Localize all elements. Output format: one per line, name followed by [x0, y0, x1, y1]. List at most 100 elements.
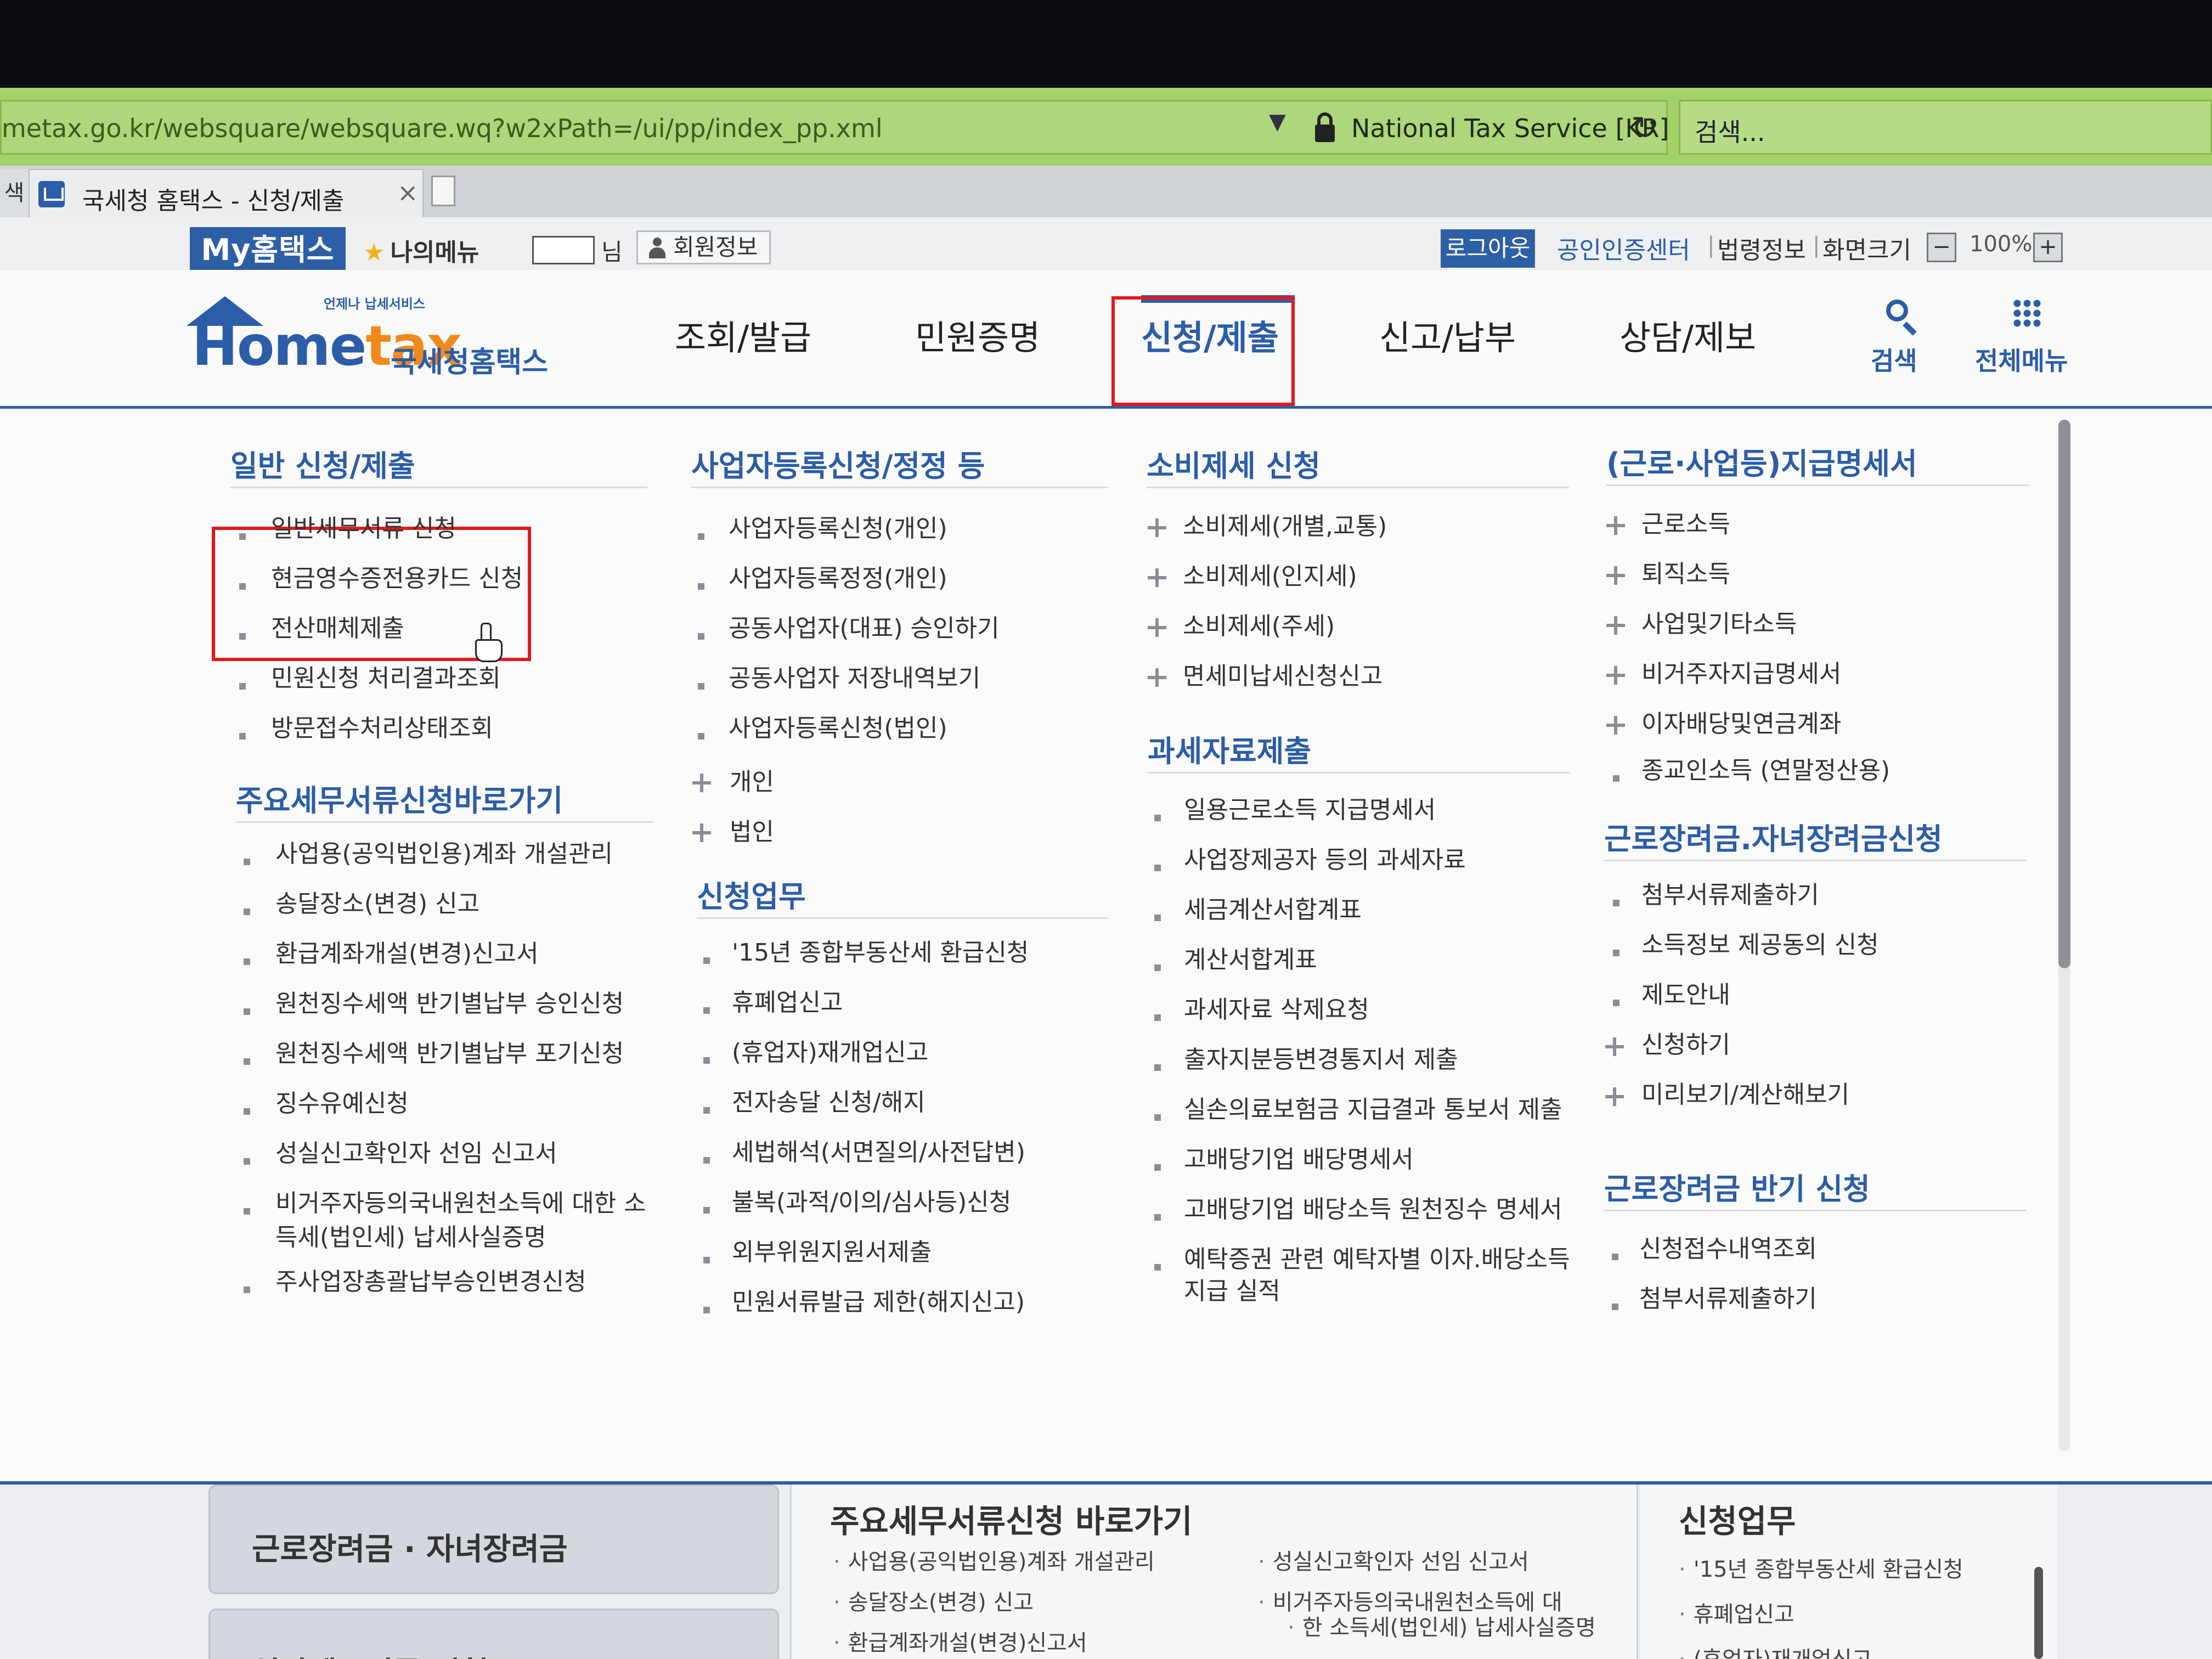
nav-consult[interactable]: 상담/제보: [1620, 270, 1756, 406]
menu-item[interactable]: 세금계산서합계표: [1184, 894, 1362, 926]
section-apply-work[interactable]: 신청업무: [697, 872, 806, 916]
member-info-button[interactable]: 회원정보: [636, 230, 771, 264]
plus-icon[interactable]: [1148, 568, 1166, 587]
plus-icon[interactable]: [1606, 566, 1625, 585]
panel-link-continued[interactable]: 한 소득세(법인세) 납세사실증명: [1288, 1614, 1596, 1641]
panel-link[interactable]: 환급계좌개설(변경)신고서: [833, 1629, 1087, 1657]
menu-item[interactable]: 출자지분등변경통지서 제출: [1184, 1044, 1458, 1076]
address-text[interactable]: metax.go.kr/websquare/websquare.wq?w2xPa…: [2, 114, 883, 143]
card-general-docs[interactable]: 일반세무서류 신청: [208, 1609, 779, 1659]
menu-item-expand[interactable]: 퇴직소득: [1641, 558, 1730, 590]
menu-item[interactable]: 종교인소득 (연말정산용): [1641, 755, 1890, 787]
menu-item[interactable]: 공동사업자 저장내역보기: [729, 663, 980, 695]
menu-item[interactable]: 휴폐업신고: [732, 987, 843, 1019]
tab-hometax[interactable]: 국세청 홈택스 - 신청/제출 ×: [29, 169, 424, 217]
address-field[interactable]: metax.go.kr/websquare/websquare.wq?w2xPa…: [0, 100, 1669, 155]
menu-item[interactable]: 과세자료 삭제요청: [1184, 994, 1369, 1026]
close-icon[interactable]: ×: [397, 178, 419, 207]
panel-scrollbar[interactable]: [2034, 1567, 2043, 1659]
menu-item[interactable]: 송달장소(변경) 신고: [275, 888, 479, 920]
panel-link[interactable]: 비거주자등의국내원천소득에 대: [1258, 1589, 1562, 1616]
law-info-link[interactable]: 법령정보: [1717, 230, 1806, 266]
menu-item[interactable]: 사업자등록정정(개인): [729, 563, 947, 595]
menu-item-continued[interactable]: 득세(법인세) 납세사실증명: [275, 1222, 546, 1254]
menu-item[interactable]: 원천징수세액 반기별납부 승인신청: [275, 988, 624, 1020]
menu-item[interactable]: 예탁증권 관련 예탁자별 이자.배당소득: [1184, 1244, 1570, 1276]
menu-item[interactable]: 소득정보 제공동의 신청: [1641, 929, 1879, 961]
plus-icon[interactable]: [1606, 516, 1625, 535]
plus-icon[interactable]: [1606, 716, 1625, 735]
menu-item[interactable]: 실손의료보험금 지급결과 통보서 제출: [1184, 1094, 1562, 1126]
menu-item[interactable]: 환급계좌개설(변경)신고서: [275, 938, 539, 970]
menu-item-expand[interactable]: 소비제세(개별,교통): [1183, 511, 1387, 543]
my-hometax-button[interactable]: My홈택스: [190, 227, 346, 273]
scrollbar-thumb[interactable]: [2058, 420, 2070, 968]
plus-icon[interactable]: [692, 823, 711, 842]
nav-report-pay[interactable]: 신고/납부: [1379, 270, 1516, 406]
section-major-docs[interactable]: 주요세무서류신청바로가기: [236, 776, 563, 820]
panel-link[interactable]: 성실신고확인자 선임 신고서: [1258, 1548, 1529, 1576]
plus-icon[interactable]: [1148, 618, 1166, 637]
menu-item[interactable]: 원천징수세액 반기별납부 포기신청: [275, 1038, 624, 1070]
menu-item[interactable]: 세법해석(서면질의/사전답변): [732, 1137, 1025, 1169]
menu-item[interactable]: 고배당기업 배당소득 원천징수 명세서: [1184, 1194, 1562, 1226]
menu-item-expand[interactable]: 법인: [730, 816, 774, 848]
nav-inquiry[interactable]: 조회/발급: [675, 270, 811, 406]
menu-item-expand[interactable]: 신청하기: [1641, 1029, 1730, 1061]
menu-item-expand[interactable]: 개인: [730, 766, 774, 798]
tab-previous[interactable]: 색: [0, 169, 29, 217]
menu-item[interactable]: 사업용(공익법인용)계좌 개설관리: [275, 838, 613, 870]
menu-item[interactable]: 전자송달 신청/해지: [732, 1087, 926, 1119]
section-semiannual-credit[interactable]: 근로장려금 반기 신청: [1604, 1165, 1870, 1208]
menu-item-continued[interactable]: 지급 실적: [1184, 1276, 1280, 1307]
menu-item[interactable]: 일용근로소득 지급명세서: [1184, 794, 1436, 826]
menu-item[interactable]: 사업장제공자 등의 과세자료: [1184, 844, 1466, 876]
panel-link[interactable]: 사업용(공익법인용)계좌 개설관리: [833, 1548, 1155, 1576]
section-tax-data[interactable]: 과세자료제출: [1148, 727, 1311, 770]
menu-item-expand[interactable]: 근로소득: [1641, 509, 1730, 540]
menu-item[interactable]: 사업자등록신청(법인): [729, 713, 947, 744]
menu-item-media-submit[interactable]: 전산매체제출: [271, 613, 404, 645]
menu-item[interactable]: 성실신고확인자 선임 신고서: [275, 1138, 557, 1170]
section-general-apply[interactable]: 일반 신청/제출: [230, 442, 415, 485]
menu-item[interactable]: 제도안내: [1641, 979, 1730, 1011]
menu-item-cash-receipt-card[interactable]: 현금영수증전용카드 신청: [271, 563, 523, 595]
zoom-in-button[interactable]: +: [2033, 233, 2063, 262]
menu-item-civil-result[interactable]: 민원신청 처리결과조회: [271, 663, 501, 695]
menu-item-expand[interactable]: 사업및기타소득: [1641, 608, 1797, 640]
browser-search-field[interactable]: 검색...: [1679, 100, 2212, 155]
plus-icon[interactable]: [1148, 518, 1166, 537]
panel-link[interactable]: 송달장소(변경) 신고: [833, 1589, 1034, 1616]
menu-item[interactable]: 징수유예신청: [275, 1088, 409, 1120]
menu-item-visit-status[interactable]: 방문접수처리상태조회: [271, 713, 493, 744]
section-payment-statement[interactable]: (근로·사업등)지급명세서: [1606, 439, 1917, 483]
menu-item[interactable]: 고배당기업 배당명세서: [1184, 1144, 1414, 1176]
menu-item[interactable]: 불복(과적/이의/심사등)신청: [732, 1187, 1011, 1218]
menu-item[interactable]: '15년 종합부동산세 환급신청: [732, 937, 1029, 969]
plus-icon[interactable]: [1605, 1087, 1624, 1106]
menu-item[interactable]: 첨부서류제출하기: [1641, 879, 1819, 911]
chevron-down-icon[interactable]: ▼: [1269, 109, 1286, 134]
hometax-logo[interactable]: 언제나 납세서비스 Hometax 국세청홈택스: [187, 285, 560, 384]
plus-icon[interactable]: [692, 774, 711, 792]
menu-item[interactable]: 사업자등록신청(개인): [729, 513, 947, 545]
menu-item[interactable]: 비거주자등의국내원천소득에 대한 소: [275, 1188, 646, 1220]
panel-link[interactable]: (휴업자)재개업신고: [1679, 1646, 1872, 1659]
menu-item[interactable]: 민원서류발급 제한(해지신고): [732, 1286, 1025, 1318]
logout-button[interactable]: 로그아웃: [1441, 229, 1535, 268]
nav-certificates[interactable]: 민원증명: [915, 270, 1040, 406]
menu-item-expand[interactable]: 소비제세(인지세): [1183, 561, 1357, 592]
menu-item[interactable]: 외부위원지원서제출: [732, 1237, 932, 1268]
section-business-registration[interactable]: 사업자등록신청/정정 등: [691, 442, 985, 485]
my-menu-link[interactable]: ★ 나의메뉴: [363, 233, 479, 268]
menu-item-expand[interactable]: 미리보기/계산해보기: [1641, 1079, 1849, 1111]
menu-item[interactable]: 공동사업자(대표) 승인하기: [729, 613, 1000, 645]
section-consumption-tax[interactable]: 소비제세 신청: [1147, 442, 1321, 485]
zoom-out-button[interactable]: −: [1927, 233, 1956, 262]
plus-icon[interactable]: [1148, 668, 1166, 687]
menu-item-general-docs[interactable]: 일반세무서류 신청: [271, 513, 456, 545]
card-earned-income-credit[interactable]: 근로장려금 · 자녀장려금: [208, 1485, 779, 1594]
reload-icon[interactable]: ↻: [1631, 109, 1658, 146]
section-earned-income-credit[interactable]: 근로장려금.자녀장려금신청: [1604, 815, 1943, 858]
menu-item-expand[interactable]: 소비제세(주세): [1183, 611, 1335, 642]
